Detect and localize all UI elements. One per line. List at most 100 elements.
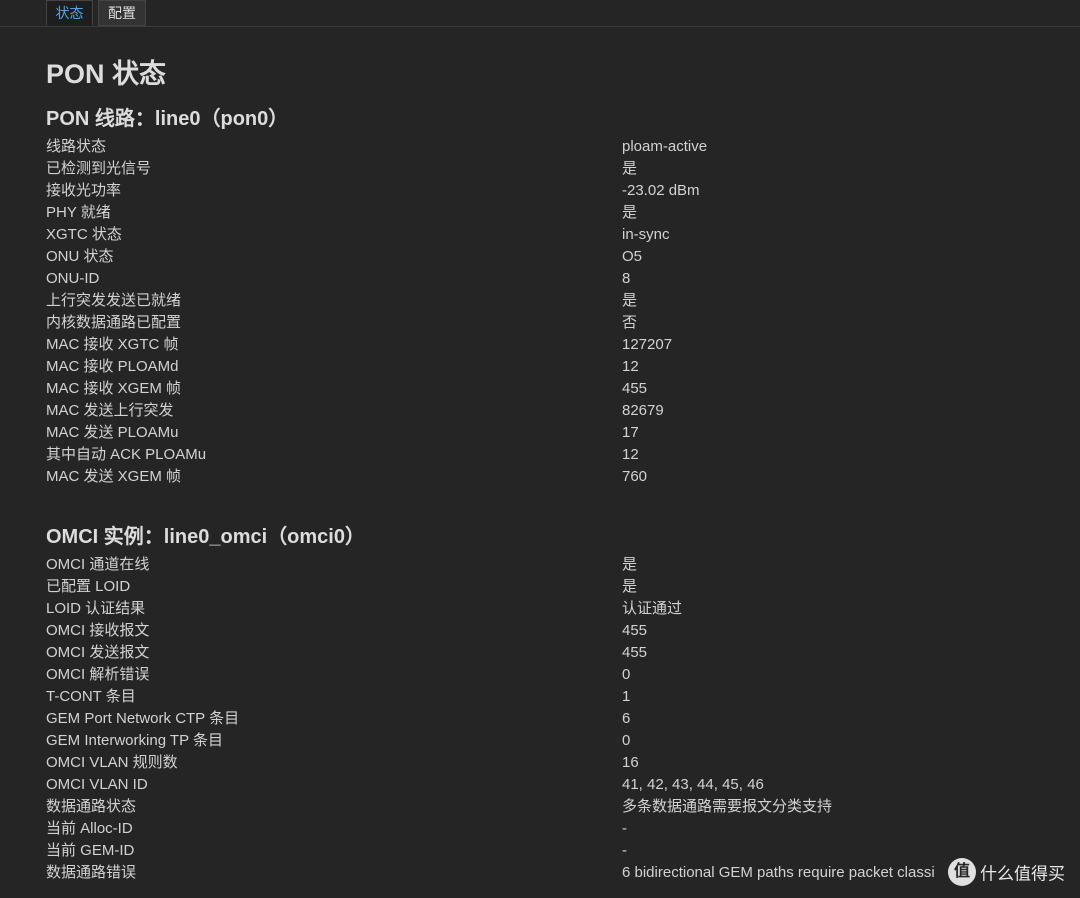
status-row: MAC 发送 XGEM 帧 760 bbox=[46, 466, 1080, 488]
status-value: - bbox=[622, 820, 627, 837]
status-row: MAC 发送上行突发 82679 bbox=[46, 400, 1080, 422]
status-key: 数据通路状态 bbox=[46, 798, 137, 815]
status-row: 已配置 LOID 是 bbox=[46, 576, 1080, 598]
status-row: OMCI 通道在线 是 bbox=[46, 554, 1080, 576]
status-key: 其中自动 ACK PLOAMu bbox=[46, 446, 207, 463]
tab-bar: 状态 配置 bbox=[0, 0, 1080, 27]
status-key: LOID 认证结果 bbox=[46, 600, 146, 617]
status-key: MAC 发送 XGEM 帧 bbox=[46, 468, 182, 485]
status-row: PHY 就绪 是 bbox=[46, 202, 1080, 224]
status-key: MAC 发送 PLOAMu bbox=[46, 424, 179, 441]
section-title-omci-instance: OMCI 实例：line0_omci（omci0） bbox=[46, 526, 365, 548]
status-value: - bbox=[622, 842, 627, 859]
status-row: LOID 认证结果 认证通过 bbox=[46, 598, 1080, 620]
status-key: MAC 接收 PLOAMd bbox=[46, 358, 179, 375]
status-key: ONU 状态 bbox=[46, 248, 114, 265]
status-row: 线路状态 ploam-active bbox=[46, 136, 1080, 158]
status-row: 接收光功率 -23.02 dBm bbox=[46, 180, 1080, 202]
status-key: OMCI 接收报文 bbox=[46, 622, 150, 639]
status-value: 82679 bbox=[622, 402, 664, 419]
status-value: 是 bbox=[622, 292, 638, 309]
status-value: 41, 42, 43, 44, 45, 46 bbox=[622, 776, 764, 793]
status-row: OMCI VLAN 规则数 16 bbox=[46, 752, 1080, 774]
status-value: ploam-active bbox=[622, 138, 708, 155]
status-value: 多条数据通路需要报文分类支持 bbox=[622, 798, 833, 815]
status-row: MAC 发送 PLOAMu 17 bbox=[46, 422, 1080, 444]
omci-status-list: OMCI 通道在线是已配置 LOID 是 LOID 认证结果 认证通过 OMCI 接收报… bbox=[46, 554, 1080, 884]
status-value: 认证通过 bbox=[622, 600, 683, 617]
status-value: 455 bbox=[622, 380, 648, 397]
section-title-pon-line: PON 线路：line0（pon0） bbox=[46, 108, 289, 130]
status-key: ONU-ID bbox=[46, 270, 100, 287]
status-key: T-CONT 条目 bbox=[46, 688, 136, 705]
status-row: MAC 接收 PLOAMd 12 bbox=[46, 356, 1080, 378]
status-value: 12 bbox=[622, 446, 639, 463]
status-row: OMCI 发送报文 455 bbox=[46, 642, 1080, 664]
status-row: 已检测到光信号 是 bbox=[46, 158, 1080, 180]
status-key: OMCI 发送报文 bbox=[46, 644, 150, 661]
status-key: MAC 发送上行突发 bbox=[46, 402, 174, 419]
status-row: GEM Port Network CTP 条目 6 bbox=[46, 708, 1080, 730]
status-key: 内核数据通路已配置 bbox=[46, 314, 182, 331]
status-row: MAC 接收 XGEM 帧 455 bbox=[46, 378, 1080, 400]
status-value: 是 bbox=[622, 204, 638, 221]
status-key: 数据通路错误 bbox=[46, 864, 137, 881]
tab-config[interactable]: 配置 bbox=[98, 0, 146, 26]
status-row: 数据通路错误 6 bidirectional GEM paths require … bbox=[46, 862, 1080, 884]
status-value: 0 bbox=[622, 732, 631, 749]
status-key: MAC 接收 XGTC 帧 bbox=[46, 336, 179, 353]
status-value: 455 bbox=[622, 644, 648, 661]
status-value: 0 bbox=[622, 666, 631, 683]
status-key: 已检测到光信号 bbox=[46, 160, 152, 177]
status-key: 上行突发发送已就绪 bbox=[46, 292, 182, 309]
status-row: 当前 GEM-ID - bbox=[46, 840, 1080, 862]
status-key: OMCI VLAN ID bbox=[46, 776, 148, 793]
tab-status[interactable]: 状态 bbox=[46, 0, 93, 26]
status-key: OMCI VLAN 规则数 bbox=[46, 754, 178, 771]
status-value: 6 bbox=[622, 710, 631, 727]
pon-status-page: 状态 配置 PON 状态 PON 线路：line0（pon0） 线路状态 ploa… bbox=[0, 0, 1080, 898]
status-value: 16 bbox=[622, 754, 639, 771]
status-value: 是 bbox=[622, 160, 638, 177]
status-row: 其中自动 ACK PLOAMu 12 bbox=[46, 444, 1080, 466]
status-key: OMCI 解析错误 bbox=[46, 666, 150, 683]
status-key: GEM Port Network CTP 条目 bbox=[46, 710, 240, 727]
status-row: T-CONT 条目 1 bbox=[46, 686, 1080, 708]
status-key: XGTC 状态 bbox=[46, 226, 122, 243]
status-row: MAC 接收 XGTC 帧 127207 bbox=[46, 334, 1080, 356]
status-row: 上行突发发送已就绪 是 bbox=[46, 290, 1080, 312]
status-row: OMCI VLAN ID 41, 42, 43, 44, 45, 46 bbox=[46, 774, 1080, 796]
watermark-badge-icon: 值 bbox=[948, 858, 976, 886]
watermark-logo: 值什么值得买 bbox=[948, 858, 1078, 888]
status-value: 127207 bbox=[622, 336, 673, 353]
status-key: OMCI 通道在线 bbox=[46, 556, 150, 573]
status-value: -23.02 dBm bbox=[622, 182, 700, 199]
status-value: 455 bbox=[622, 622, 648, 639]
status-row: ONU-ID 8 bbox=[46, 268, 1080, 290]
status-key: 当前 Alloc-ID bbox=[46, 820, 133, 837]
status-value: 否 bbox=[622, 314, 638, 331]
status-value: 8 bbox=[622, 270, 631, 287]
status-value: 6 bidirectional GEM paths require packet… bbox=[622, 864, 935, 881]
pon-line-status-list: 线路状态 ploam-active 已检测到光信号是接收光功率 -23.02 dBm P… bbox=[46, 136, 1080, 488]
status-value: 是 bbox=[622, 556, 638, 573]
status-key: PHY 就绪 bbox=[46, 204, 111, 221]
status-value: 12 bbox=[622, 358, 639, 375]
status-row: 内核数据通路已配置 否 bbox=[46, 312, 1080, 334]
status-key: 接收光功率 bbox=[46, 182, 122, 199]
status-row: GEM Interworking TP 条目 0 bbox=[46, 730, 1080, 752]
status-key: MAC 接收 XGEM 帧 bbox=[46, 380, 182, 397]
status-row: XGTC 状态 in-sync bbox=[46, 224, 1080, 246]
status-key: 当前 GEM-ID bbox=[46, 842, 135, 859]
status-value: 是 bbox=[622, 578, 638, 595]
status-key: 已配置 LOID bbox=[46, 578, 131, 595]
status-key: 线路状态 bbox=[46, 138, 107, 155]
status-key: GEM Interworking TP 条目 bbox=[46, 732, 223, 749]
status-value: 17 bbox=[622, 424, 639, 441]
status-value: 1 bbox=[622, 688, 631, 705]
page-title: PON 状态 bbox=[46, 59, 167, 89]
status-value: O5 bbox=[622, 248, 643, 265]
status-row: OMCI 解析错误 0 bbox=[46, 664, 1080, 686]
status-row: OMCI 接收报文 455 bbox=[46, 620, 1080, 642]
status-row: 当前 Alloc-ID - bbox=[46, 818, 1080, 840]
